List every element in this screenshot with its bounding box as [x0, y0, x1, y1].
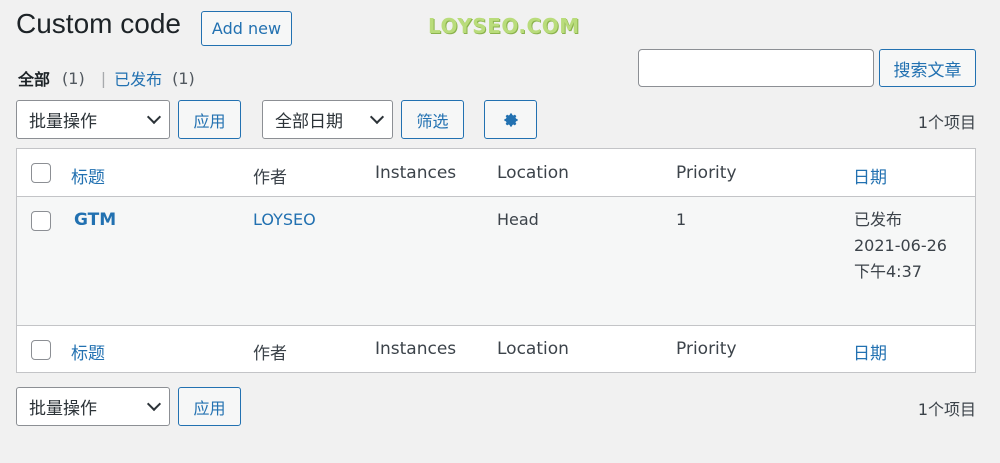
page-title: Custom code	[16, 8, 181, 39]
items-count-bottom: 1个项目	[917, 400, 976, 419]
column-priority-header: Priority	[676, 163, 737, 183]
bulk-action-select[interactable]: 批量操作	[16, 100, 170, 139]
row-title-link[interactable]: GTM	[74, 210, 116, 230]
view-all-count: (1)	[62, 68, 85, 88]
bulk-action-select-bottom[interactable]: 批量操作	[16, 387, 170, 426]
column-date-footer[interactable]: 日期	[853, 339, 887, 364]
select-all-checkbox[interactable]	[31, 163, 51, 183]
row-date-day: 2021-06-26	[854, 236, 947, 255]
bulk-action-selected: 批量操作	[29, 112, 97, 132]
date-filter-selected: 全部日期	[275, 112, 343, 132]
column-priority-footer: Priority	[676, 339, 737, 359]
items-count-top: 1个项目	[917, 113, 976, 132]
table-row: GTM LOYSEO Head 1 已发布 2021-06-26 下午4:37	[17, 197, 975, 325]
filter-button[interactable]: 筛选	[401, 100, 464, 139]
table-header-row: 标题 作者 Instances Location Priority 日期	[17, 149, 975, 197]
column-date-header[interactable]: 日期	[853, 163, 887, 188]
view-filters: 全部 (1) | 已发布 (1)	[18, 66, 195, 90]
column-location-footer: Location	[497, 339, 569, 359]
row-author-link[interactable]: LOYSEO	[253, 210, 316, 229]
apply-button-bottom[interactable]: 应用	[178, 387, 241, 426]
column-location-header: Location	[497, 163, 569, 183]
row-date: 已发布 2021-06-26 下午4:37	[854, 207, 947, 285]
chevron-down-icon	[369, 109, 385, 124]
column-title-header[interactable]: 标题	[71, 163, 105, 188]
date-filter-select[interactable]: 全部日期	[262, 100, 393, 139]
search-input[interactable]	[638, 49, 874, 87]
apply-button[interactable]: 应用	[178, 100, 241, 139]
select-all-checkbox-footer[interactable]	[31, 340, 51, 360]
posts-table: 标题 作者 Instances Location Priority 日期 GTM…	[16, 148, 976, 373]
chevron-down-icon	[146, 396, 162, 411]
view-separator: |	[100, 68, 107, 88]
view-published-link[interactable]: 已发布	[114, 66, 162, 90]
bulk-action-selected-bottom: 批量操作	[29, 399, 97, 419]
row-date-status: 已发布	[854, 210, 903, 229]
column-title-footer[interactable]: 标题	[71, 339, 105, 364]
column-author-footer: 作者	[253, 344, 287, 364]
row-location: Head	[497, 210, 539, 229]
watermark: LOYSEO.COM	[428, 14, 580, 38]
search-posts-button[interactable]: 搜索文章	[879, 49, 976, 87]
column-instances-footer: Instances	[375, 339, 457, 359]
chevron-down-icon	[146, 109, 162, 124]
table-footer-row: 标题 作者 Instances Location Priority 日期	[17, 325, 975, 373]
gear-icon	[503, 112, 518, 127]
add-new-button[interactable]: Add new	[201, 11, 292, 46]
row-checkbox[interactable]	[31, 211, 51, 231]
view-published-count: (1)	[172, 68, 195, 88]
view-all-link[interactable]: 全部	[18, 66, 50, 90]
row-date-time: 下午4:37	[854, 262, 922, 281]
column-instances-header: Instances	[375, 163, 457, 183]
column-author-header: 作者	[253, 168, 287, 188]
row-priority: 1	[676, 210, 687, 229]
settings-button[interactable]	[484, 100, 537, 139]
